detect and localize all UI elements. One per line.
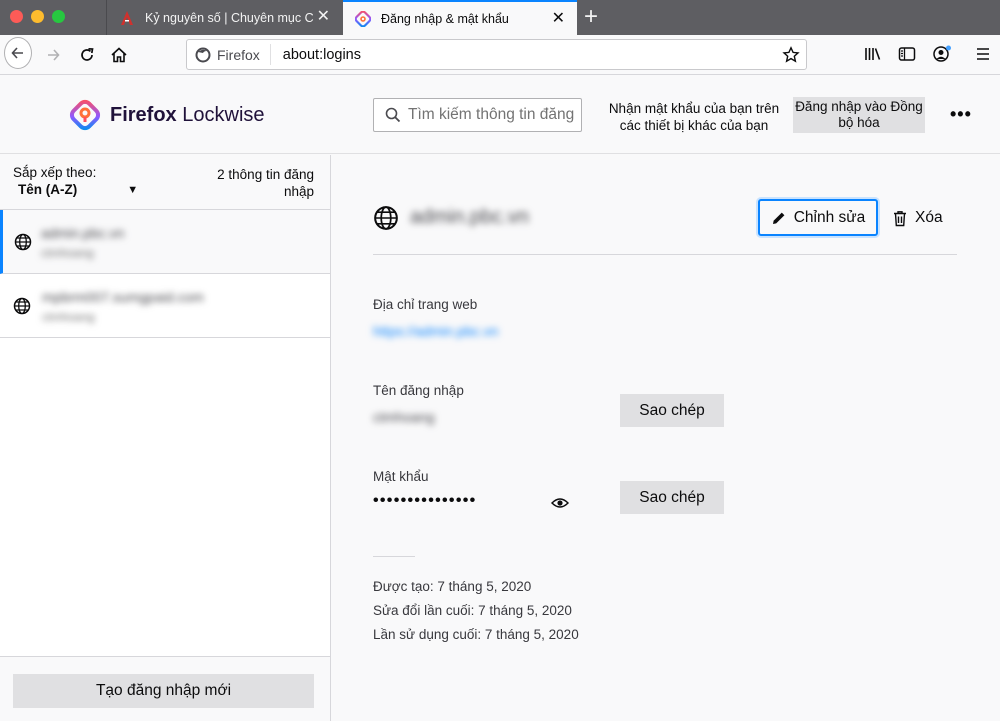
tab-title: Đăng nhập & mật khẩu	[381, 11, 509, 26]
globe-icon	[14, 233, 32, 251]
firefox-logo-icon	[195, 47, 211, 62]
chevron-down-icon: ▼	[127, 183, 139, 196]
sync-signin-button[interactable]: Đăng nhập vào Đồng bộ hóa	[793, 97, 925, 133]
username-value: ctmhoang	[373, 409, 435, 425]
url-bar[interactable]: Firefox about:logins	[186, 39, 807, 70]
login-title: admin.pbc.vn	[410, 206, 529, 228]
website-label: Địa chỉ trang web	[373, 297, 478, 312]
search-box[interactable]	[373, 98, 582, 132]
library-icon[interactable]	[864, 45, 882, 63]
lockwise-brand: Firefox Lockwise	[68, 98, 265, 132]
copy-username-button[interactable]: Sao chép	[620, 394, 724, 427]
login-list-sidebar: Sắp xếp theo: Tên (A-Z) ▼ 2 thông tin đă…	[0, 155, 331, 721]
tab-logins[interactable]: Đăng nhập & mật khẩu ✕	[343, 0, 577, 35]
navigation-toolbar: Firefox about:logins	[0, 35, 1000, 75]
forward-arrow-icon	[48, 49, 60, 61]
login-count: 2 thông tin đăng nhập	[217, 167, 314, 199]
sidebar-footer: Tạo đăng nhập mới	[0, 656, 330, 721]
home-button[interactable]	[105, 41, 133, 69]
identity-box[interactable]: Firefox	[187, 44, 271, 65]
trash-icon	[892, 210, 908, 227]
delete-button[interactable]: Xóa	[892, 204, 943, 232]
login-item-username: ctmhoang	[41, 246, 94, 260]
window-maximize-button[interactable]	[52, 10, 65, 23]
globe-icon	[374, 206, 398, 230]
window-close-button[interactable]	[10, 10, 23, 23]
login-item-title: admin.pbc.vn	[41, 225, 125, 241]
password-label: Mật khẩu	[373, 469, 429, 484]
username-label: Tên đăng nhập	[373, 383, 464, 398]
page-header: Firefox Lockwise Nhận mật khẩu của bạn t…	[0, 76, 1000, 154]
globe-icon	[13, 297, 31, 315]
brand-firefox: Firefox	[110, 103, 177, 126]
tab-ky-nguyen-so[interactable]: Kỷ nguyên số | Chuyên mục CNTT ✕	[106, 0, 342, 35]
create-login-button[interactable]: Tạo đăng nhập mới	[13, 674, 314, 708]
sidebar-toggle-icon[interactable]	[898, 45, 916, 63]
brand-name: Firefox Lockwise	[110, 104, 265, 127]
url-text[interactable]: about:logins	[271, 47, 361, 63]
back-button[interactable]	[4, 37, 32, 69]
account-icon[interactable]	[932, 45, 952, 63]
meta-divider	[373, 556, 415, 557]
pencil-icon	[771, 210, 787, 226]
detail-divider	[373, 254, 957, 255]
tab-title: Kỷ nguyên số | Chuyên mục CNTT	[145, 10, 313, 25]
last-used-date: Lần sử dụng cuối: 7 tháng 5, 2020	[373, 627, 579, 642]
reload-icon	[81, 47, 94, 61]
tab-strip: Kỷ nguyên số | Chuyên mục CNTT ✕ Đăng nh…	[0, 0, 1000, 35]
login-list-item[interactable]: mpbrm007.sumgpaid.com ctmhoang	[0, 274, 330, 338]
sort-bar: Sắp xếp theo: Tên (A-Z) ▼ 2 thông tin đă…	[0, 155, 330, 210]
close-tab-icon[interactable]: ✕	[317, 9, 330, 25]
modified-date: Sửa đổi lần cuối: 7 tháng 5, 2020	[373, 603, 572, 618]
sort-value: Tên (A-Z)	[18, 182, 78, 197]
sort-label: Sắp xếp theo:	[13, 165, 97, 180]
forward-button[interactable]	[39, 41, 67, 69]
home-icon	[111, 47, 127, 63]
login-item-username: ctmhoang	[42, 310, 95, 324]
search-icon	[385, 107, 401, 123]
delete-label: Xóa	[915, 209, 943, 226]
edit-button[interactable]: Chỉnh sửa	[758, 199, 878, 236]
copy-password-button[interactable]: Sao chép	[620, 481, 724, 514]
hamburger-menu-icon[interactable]	[974, 45, 992, 63]
reload-button[interactable]	[73, 41, 101, 69]
brand-lockwise: Lockwise	[182, 103, 265, 126]
window-minimize-button[interactable]	[31, 10, 44, 23]
login-detail-panel: admin.pbc.vn Chỉnh sửa Xóa Địa chỉ trang…	[332, 155, 1000, 721]
site-favicon-icon	[121, 10, 133, 25]
more-options-button[interactable]: •••	[950, 104, 972, 125]
created-date: Được tạo: 7 tháng 5, 2020	[373, 579, 532, 594]
password-value: •••••••••••••••	[373, 492, 477, 509]
edit-label: Chỉnh sửa	[793, 208, 866, 226]
login-list-item[interactable]: admin.pbc.vn ctmhoang	[0, 210, 330, 274]
login-item-title: mpbrm007.sumgpaid.com	[42, 289, 204, 305]
lockwise-logo-icon	[69, 99, 101, 131]
sort-select[interactable]: Tên (A-Z) ▼	[18, 182, 138, 197]
back-arrow-icon	[4, 37, 32, 69]
close-tab-icon[interactable]: ✕	[552, 11, 565, 27]
identity-label: Firefox	[217, 46, 260, 63]
new-tab-button[interactable]: +	[584, 5, 598, 29]
sync-promo-text: Nhận mật khẩu của bạn trên các thiết bị …	[608, 101, 780, 133]
search-input[interactable]	[408, 106, 578, 124]
lockwise-favicon-icon	[355, 10, 371, 27]
eye-icon[interactable]	[551, 496, 569, 510]
website-link[interactable]: https://admin.pbc.vn	[373, 323, 498, 339]
bookmark-star-icon[interactable]	[782, 46, 800, 64]
